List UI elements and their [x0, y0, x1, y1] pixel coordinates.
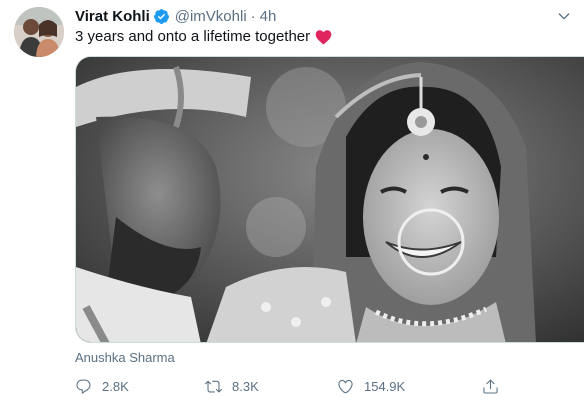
like-button[interactable]: 154.9K [337, 375, 405, 397]
tweet-text: 3 years and onto a lifetime together [75, 28, 332, 45]
wedding-photo [76, 57, 584, 342]
verified-badge-icon [153, 8, 169, 24]
author-handle[interactable]: @imVkohli [175, 8, 247, 25]
retweet-button[interactable]: 8.3K [205, 375, 259, 397]
reply-button[interactable]: 2.8K [75, 375, 129, 397]
reply-icon [76, 379, 91, 394]
reply-count: 2.8K [102, 378, 129, 394]
tweet-photo[interactable] [75, 56, 584, 343]
like-count: 154.9K [364, 378, 406, 394]
share-icon [483, 379, 498, 394]
avatar[interactable] [14, 7, 64, 57]
separator-dot: · [250, 7, 256, 25]
tweet-header: Virat Kohli @imVkohli · 4h [75, 6, 276, 26]
tagged-users[interactable]: Anushka Sharma [75, 350, 175, 365]
tagged-user-name[interactable]: Anushka Sharma [75, 350, 175, 365]
retweet-icon [205, 380, 222, 392]
tweet-actions: 2.8K 8.3K 154.9K [75, 375, 505, 397]
timestamp[interactable]: 4h [260, 8, 277, 25]
tweet-text-content: 3 years and onto a lifetime together [75, 28, 311, 45]
retweet-count: 8.3K [232, 378, 259, 394]
chevron-down-icon[interactable] [556, 8, 572, 24]
heart-icon [338, 379, 353, 393]
share-button[interactable] [482, 375, 499, 397]
avatar-image [14, 7, 64, 57]
author-name[interactable]: Virat Kohli [75, 8, 150, 25]
red-heart-emoji [315, 29, 332, 44]
